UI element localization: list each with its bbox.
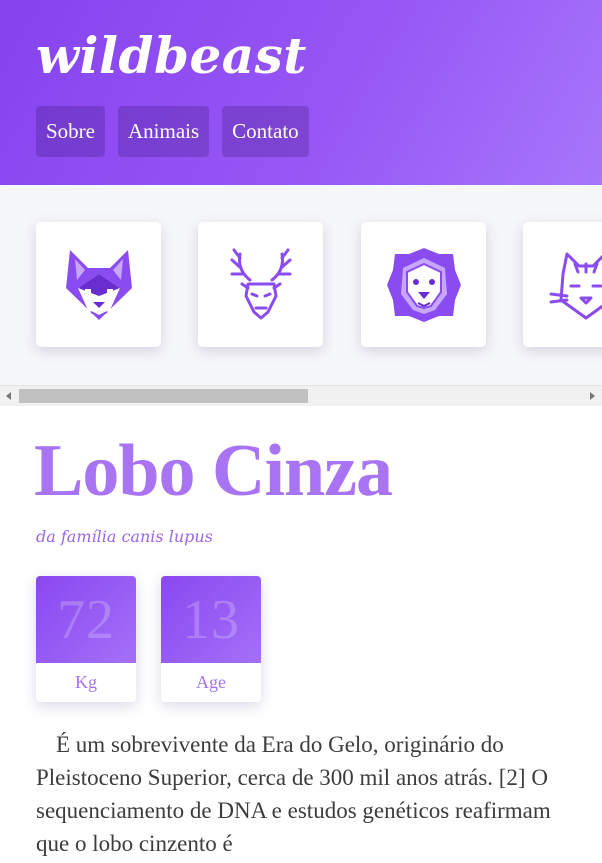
- stat-card-age: 13 Age: [161, 576, 261, 702]
- stat-age-panel: 13: [161, 576, 261, 663]
- nav-link-sobre[interactable]: Sobre: [36, 106, 105, 157]
- site-header: wildbeast Sobre Animais Contato: [0, 0, 602, 185]
- wolf-icon: [65, 249, 132, 320]
- animal-title: Lobo Cinza: [34, 430, 393, 512]
- nav-link-contato[interactable]: Contato: [222, 106, 309, 157]
- stat-weight-panel: 72: [36, 576, 136, 663]
- animal-carousel[interactable]: [0, 185, 602, 385]
- scroll-right-arrow-icon[interactable]: [590, 392, 595, 400]
- animal-family: da família canis lupus: [36, 527, 213, 546]
- cat-icon: [549, 252, 602, 319]
- animal-card-wolf[interactable]: [36, 222, 161, 347]
- nav-link-animais[interactable]: Animais: [118, 106, 210, 157]
- stat-age-label: Age: [196, 672, 226, 692]
- scroll-left-arrow-icon[interactable]: [6, 392, 11, 400]
- stat-weight-label: Kg: [75, 672, 97, 692]
- stat-card-weight: 72 Kg: [36, 576, 136, 702]
- main-nav: Sobre Animais Contato: [36, 106, 309, 157]
- carousel-scrollbar[interactable]: [0, 385, 602, 406]
- animal-description: É um sobrevivente da Era do Gelo, origin…: [36, 732, 551, 856]
- animal-card-deer[interactable]: [198, 222, 323, 347]
- deer-icon: [230, 248, 291, 319]
- animal-card-cat[interactable]: [523, 222, 602, 347]
- scrollbar-thumb[interactable]: [19, 389, 308, 403]
- animal-card-lion[interactable]: [361, 222, 486, 347]
- stat-weight-value: 72: [57, 588, 115, 651]
- lion-icon: [386, 247, 461, 322]
- stat-age-value: 13: [182, 588, 240, 651]
- brand-logo[interactable]: wildbeast: [36, 26, 307, 85]
